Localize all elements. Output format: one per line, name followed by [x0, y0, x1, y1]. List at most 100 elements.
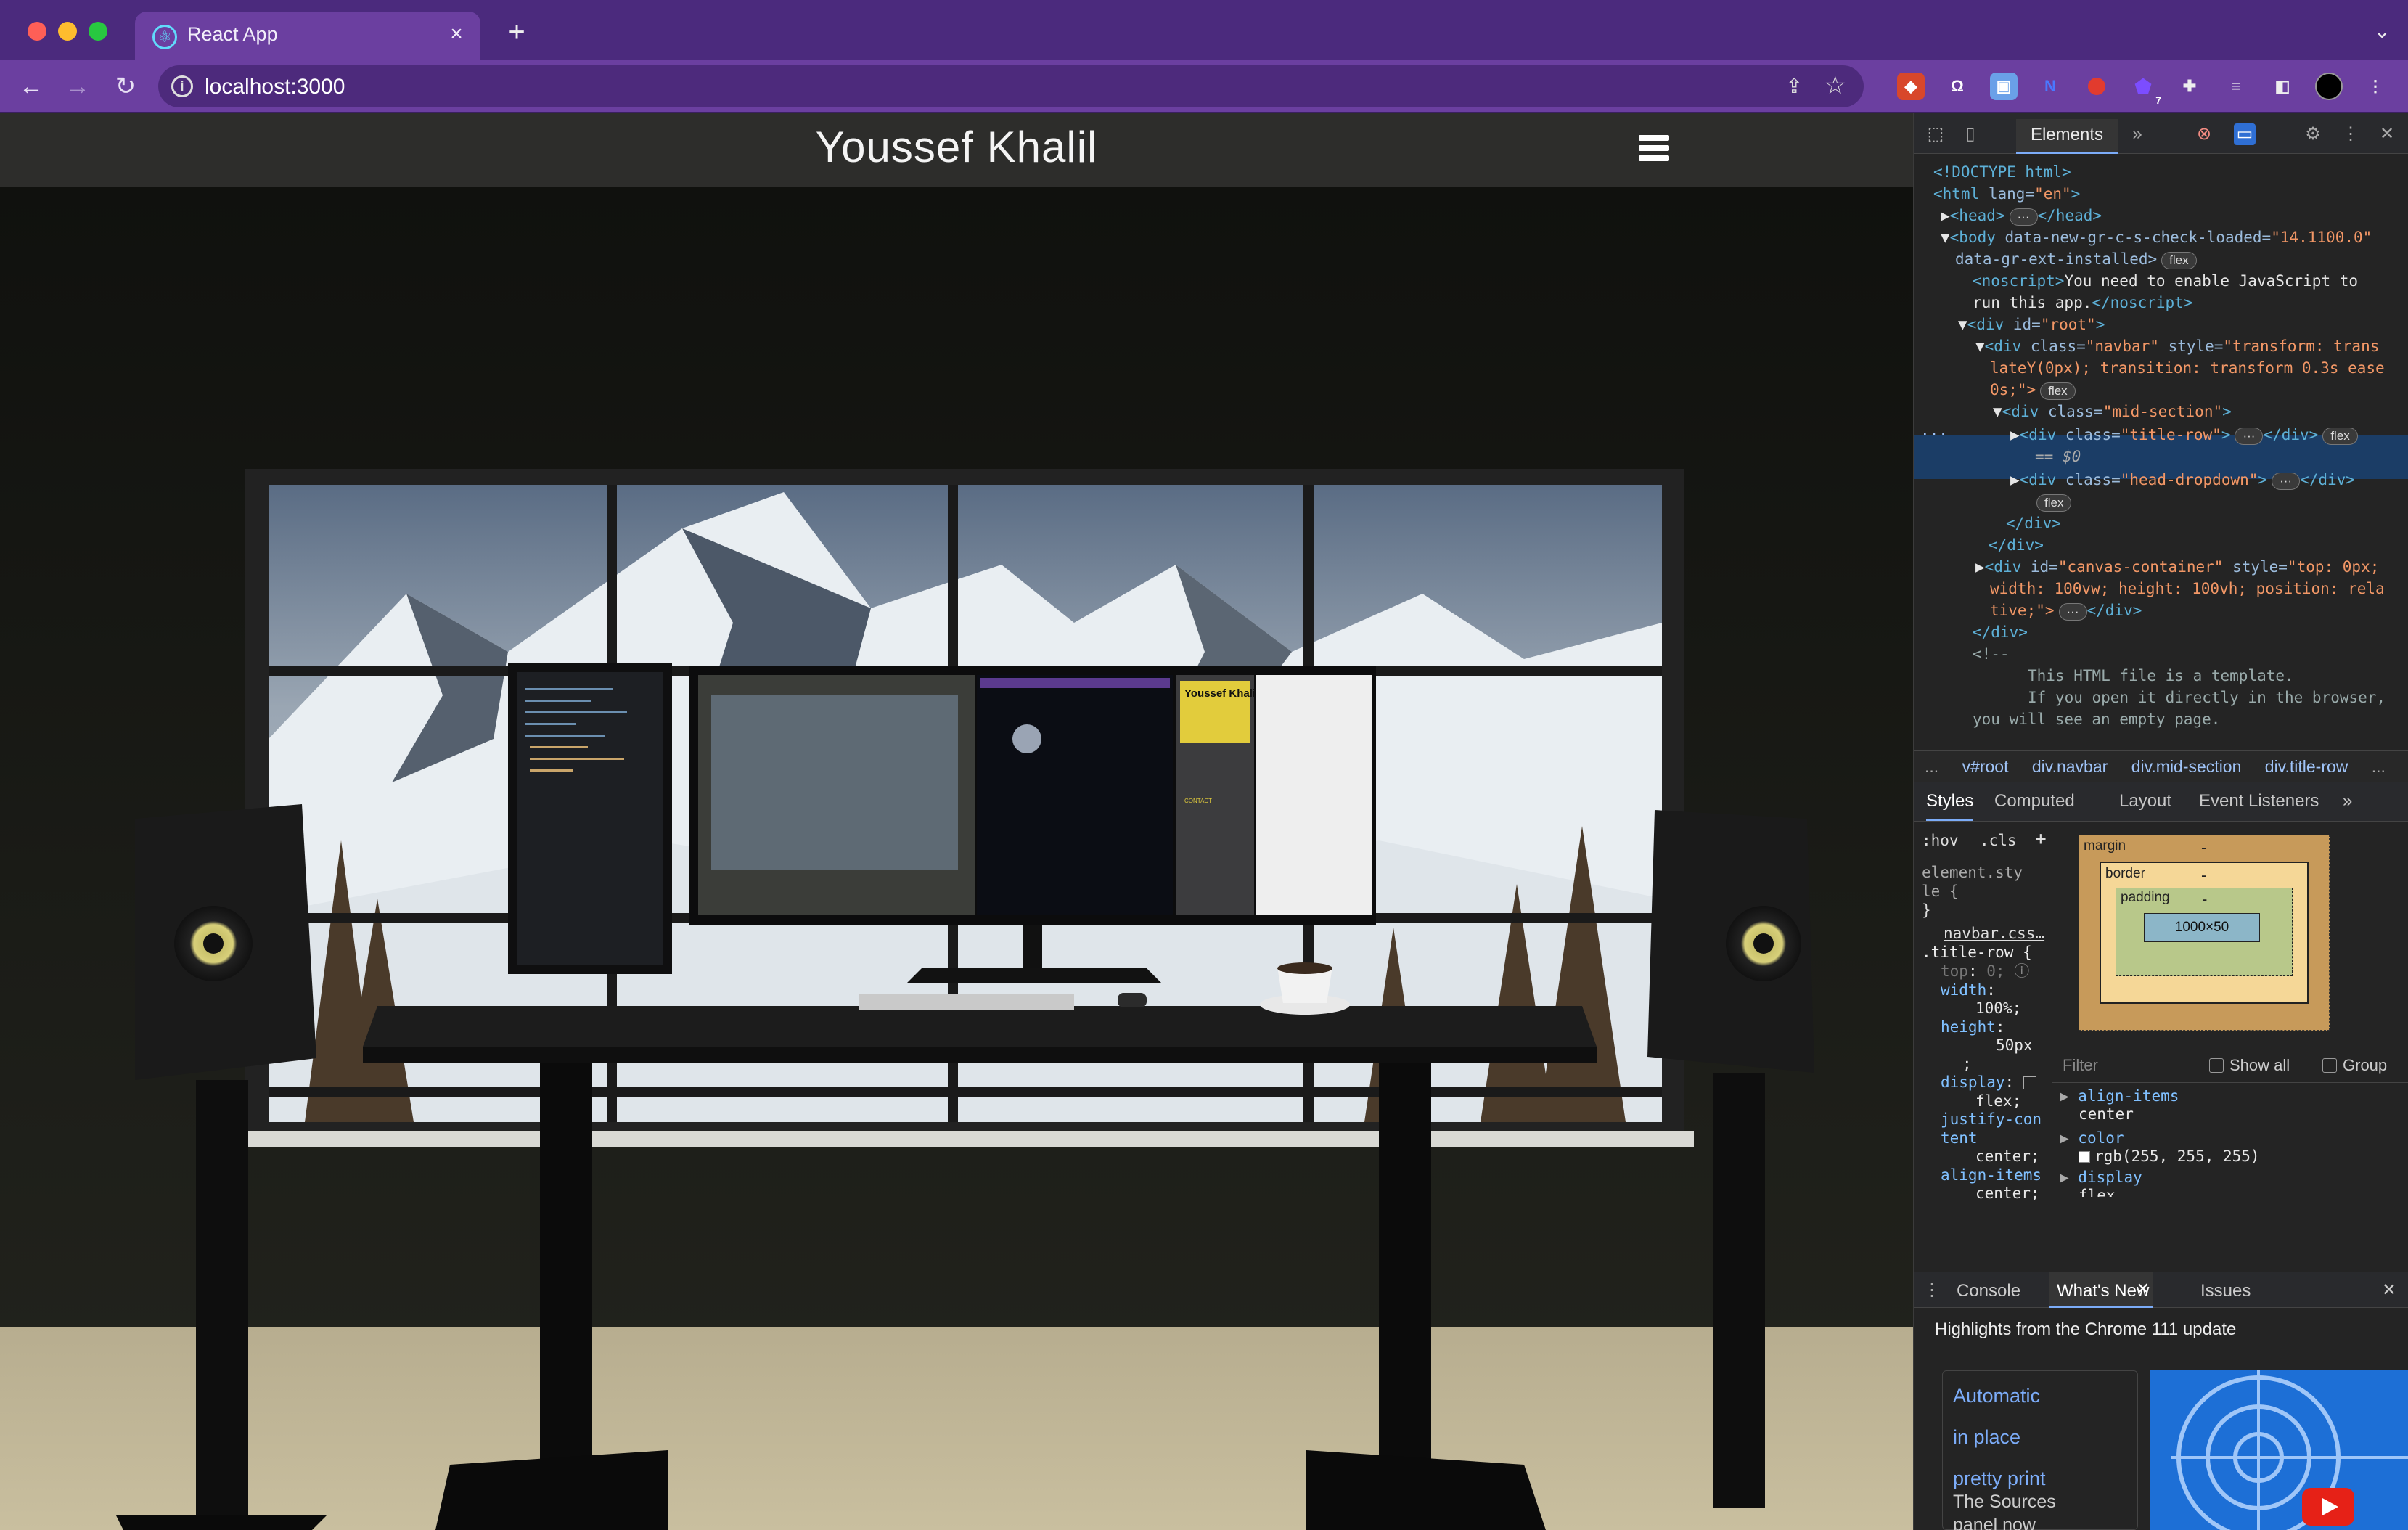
css-prop-height[interactable]: height:	[1941, 1018, 2049, 1037]
forward-arrow-icon[interactable]: →	[61, 70, 94, 103]
extensions-puzzle-icon[interactable]: ✚	[2176, 73, 2203, 100]
reading-list-icon[interactable]: ≡	[2222, 73, 2250, 100]
flexbox-editor-icon[interactable]	[2023, 1076, 2036, 1089]
browser-tab[interactable]: ⚛ React App ×	[135, 12, 480, 60]
css-prop-display-value[interactable]: flex;	[1941, 1092, 2049, 1111]
side-panel-icon[interactable]: ◧	[2269, 73, 2296, 100]
breadcrumb-item[interactable]: div.title-row	[2265, 757, 2348, 776]
dom-line-head[interactable]: ▶<head> ··· </head>	[1941, 205, 2102, 226]
extension-icon-1[interactable]: ◆	[1897, 73, 1925, 100]
css-prop-justify-content[interactable]: justify-content	[1941, 1110, 2049, 1148]
more-tabs-icon[interactable]: »	[2126, 123, 2148, 145]
stylesheet-source-link[interactable]: navbar.css…	[1944, 925, 2044, 944]
tab-event-listeners[interactable]: Event Listeners	[2199, 791, 2319, 811]
hamburger-menu-icon[interactable]	[1639, 135, 1669, 167]
box-model-border[interactable]: border - padding - 1000×50	[2100, 862, 2309, 1004]
feature-card[interactable]: Automatic in place pretty print The Sour…	[1942, 1370, 2138, 1530]
breadcrumb-item[interactable]: ...	[2372, 757, 2386, 776]
dom-line[interactable]: lateY(0px); transition: transform 0.3s e…	[1990, 357, 2385, 379]
dom-line-navbar[interactable]: ▼<div class="navbar" style="transform: t…	[1975, 335, 2379, 357]
zoom-window-button[interactable]	[89, 22, 107, 41]
hov-toggle[interactable]: :hov	[1922, 832, 1959, 851]
cls-toggle[interactable]: .cls	[1980, 832, 2017, 851]
css-selector[interactable]: .title-row {	[1922, 944, 2032, 962]
url-text[interactable]: localhost:3000	[205, 75, 345, 99]
tab-search-chevron-icon[interactable]: ⌄	[2374, 19, 2391, 43]
record-extension-icon[interactable]	[2083, 73, 2110, 100]
profile-avatar[interactable]	[2315, 73, 2343, 100]
error-count-icon[interactable]: ⊗	[2193, 123, 2215, 145]
computed-item[interactable]: ▶ color	[2060, 1129, 2260, 1148]
extension-icon-4[interactable]: N	[2036, 73, 2064, 100]
css-prop-width[interactable]: width:	[1941, 981, 2049, 1000]
dom-line-noscript[interactable]: <noscript>You need to enable JavaScript …	[1973, 270, 2358, 292]
breadcrumb-item[interactable]: div.navbar	[2032, 757, 2108, 776]
minimize-window-button[interactable]	[58, 22, 77, 41]
dom-line-root[interactable]: ▼<div id="root">	[1958, 314, 2105, 335]
issues-count-icon[interactable]: ▭	[2234, 123, 2256, 145]
dom-line[interactable]: width: 100vw; height: 100vh; position: r…	[1990, 578, 2385, 600]
box-model-margin[interactable]: margin - border - padding - 1000×50	[2079, 835, 2330, 1031]
breadcrumb-item[interactable]: div.mid-section	[2131, 757, 2242, 776]
box-model-padding[interactable]: padding - 1000×50	[2116, 888, 2293, 976]
tab-elements[interactable]: Elements	[2016, 119, 2118, 154]
extension-icon-3[interactable]: ▣	[1990, 73, 2018, 100]
address-bar[interactable]: i localhost:3000 ⇪ ☆	[158, 65, 1864, 107]
feature-link[interactable]: Automatic in place pretty print	[1953, 1375, 2046, 1500]
share-icon[interactable]: ⇪	[1786, 74, 1803, 98]
tab-close-icon[interactable]: ×	[443, 20, 470, 48]
close-window-button[interactable]	[28, 22, 46, 41]
breadcrumb-item[interactable]: ...	[1925, 757, 1938, 776]
reload-icon[interactable]: ↻	[109, 70, 142, 103]
dom-line[interactable]: This HTML file is a template.	[2028, 665, 2294, 687]
tab-console[interactable]: Console	[1957, 1281, 2020, 1301]
whats-new-video-thumbnail[interactable]	[2150, 1370, 2408, 1530]
more-style-tabs-icon[interactable]: »	[2343, 791, 2352, 811]
computed-item[interactable]: ▶ align-items	[2060, 1087, 2260, 1105]
tab-issues[interactable]: Issues	[2200, 1281, 2251, 1301]
css-prop-display[interactable]: display:	[1941, 1073, 2049, 1092]
dom-line-comment[interactable]: <!--	[1973, 643, 2010, 665]
dom-line-mid-section[interactable]: ▼<div class="mid-section">	[1993, 401, 2232, 422]
drawer-menu-icon[interactable]: ⋮	[1923, 1280, 1941, 1301]
tab-layout[interactable]: Layout	[2119, 791, 2171, 811]
close-whats-new-icon[interactable]: ✕	[2137, 1280, 2150, 1298]
css-prop-justify-value[interactable]: center;	[1941, 1148, 2049, 1166]
dom-line[interactable]: tive;"> ··· </div>	[1990, 600, 2142, 621]
dom-line[interactable]: </div>	[1973, 621, 2028, 643]
site-info-icon[interactable]: i	[171, 75, 193, 97]
css-prop-height-value[interactable]: 50px	[1941, 1036, 2049, 1055]
extension-icon-2[interactable]: Ω	[1944, 73, 1971, 100]
group-checkbox[interactable]	[2322, 1058, 2337, 1073]
breadcrumb-item[interactable]: v#root	[1962, 757, 2009, 776]
computed-item[interactable]: ▶ display	[2060, 1169, 2260, 1187]
chrome-menu-icon[interactable]: ⋮	[2362, 73, 2389, 100]
dom-line[interactable]: </div>	[1989, 534, 2044, 556]
close-devtools-icon[interactable]: ✕	[2376, 123, 2398, 145]
new-tab-button[interactable]: +	[502, 17, 531, 48]
extension-icon-6[interactable]: ⬟ 7	[2129, 73, 2161, 107]
tab-computed[interactable]: Computed	[1994, 791, 2075, 811]
tab-whats-new[interactable]: What's New ✕	[2049, 1272, 2153, 1309]
css-prop-width-value[interactable]: 100%;	[1941, 999, 2049, 1018]
css-prop-align-items[interactable]: align-items	[1941, 1166, 2049, 1185]
dom-line[interactable]: If you open it directly in the browser,	[2028, 687, 2386, 708]
dom-line-title-row-selected[interactable]: ▶<div class="title-row"> ··· </div> flex	[2010, 424, 2358, 446]
dom-line[interactable]: </div>	[2006, 512, 2061, 534]
css-prop-top[interactable]: top: 0; ⓘ	[1941, 962, 2049, 981]
dom-line[interactable]: <!DOCTYPE html>	[1933, 161, 2071, 183]
dom-line[interactable]: data-gr-ext-installed> flex	[1955, 248, 2197, 270]
settings-gear-icon[interactable]: ⚙	[2302, 123, 2324, 145]
dom-line[interactable]: 0s;"> flex	[1990, 379, 2076, 401]
back-arrow-icon[interactable]: ←	[15, 70, 48, 103]
element-style-label[interactable]: element.sty le {	[1922, 864, 2023, 901]
tab-styles[interactable]: Styles	[1926, 791, 1974, 821]
inspect-element-icon[interactable]: ⬚	[1925, 123, 1946, 145]
device-toolbar-icon[interactable]: ▯	[1959, 123, 1981, 145]
new-style-rule-icon[interactable]: +	[2035, 830, 2047, 849]
color-swatch[interactable]	[2079, 1151, 2090, 1163]
box-model-content-size[interactable]: 1000×50	[2144, 913, 2260, 942]
bookmark-star-icon[interactable]: ☆	[1825, 71, 1846, 100]
close-drawer-icon[interactable]: ✕	[2382, 1280, 2396, 1301]
devtools-menu-icon[interactable]: ⋮	[2340, 123, 2362, 145]
